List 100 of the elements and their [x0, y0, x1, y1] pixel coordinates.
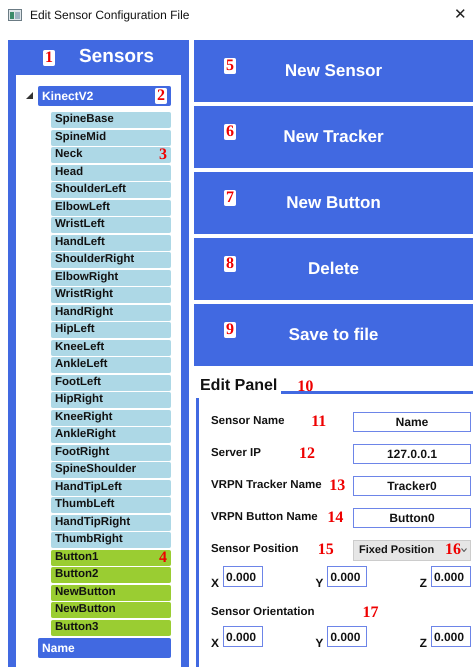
item-label: AnkleLeft	[55, 357, 108, 372]
joint-tree-item[interactable]: ElbowRight	[51, 270, 171, 286]
joint-tree-item[interactable]: SpineMid	[51, 130, 171, 146]
joint-tree-item[interactable]: HandRight	[51, 304, 171, 320]
item-label: ShoulderLeft	[55, 182, 126, 198]
joint-tree-item[interactable]: HandTipRight	[51, 514, 171, 530]
panel-title: Sensors	[79, 45, 154, 70]
joint-tree-item[interactable]: WristLeft	[51, 217, 171, 233]
dropdown[interactable]: Fixed Position 16	[353, 540, 471, 560]
joint-tree-item[interactable]: SpineShoulder	[51, 462, 171, 478]
annotation-number: 2	[155, 88, 167, 104]
coordinate-field[interactable]: 0.000	[431, 626, 471, 647]
button-tree-item[interactable]: NewButton	[51, 602, 171, 618]
coordinate-field[interactable]: 0.000	[327, 626, 368, 647]
joint-tree-item[interactable]: FootLeft	[51, 374, 171, 390]
group-title: Edit Panel	[199, 376, 278, 396]
axis-label: Y	[315, 575, 324, 592]
axis-label: X	[211, 635, 220, 652]
action-button[interactable]: 7 New Button	[194, 172, 473, 234]
annotation-number: 6	[224, 124, 236, 140]
item-label: HandLeft	[55, 234, 105, 250]
item-label: FootLeft	[55, 374, 101, 390]
text-field[interactable]: Name	[353, 412, 471, 432]
item-label: NewButton	[55, 602, 116, 618]
action-button[interactable]: 5 New Sensor	[194, 40, 473, 102]
item-label: Head	[55, 164, 84, 180]
annotation-number: 3	[159, 147, 167, 163]
field-label: Sensor Name	[211, 414, 285, 430]
item-label: SpineBase	[55, 112, 114, 128]
joint-tree-item[interactable]: KneeLeft	[51, 340, 171, 356]
action-button[interactable]: 6 New Tracker	[194, 106, 473, 168]
joint-tree-item[interactable]: ShoulderLeft	[51, 182, 171, 198]
joint-tree-item[interactable]: AnkleRight	[51, 427, 171, 443]
axis-label: Z	[420, 635, 427, 652]
joint-tree-item[interactable]: Head	[51, 164, 171, 180]
coordinate-field[interactable]: 0.000	[223, 626, 264, 647]
joint-tree-item[interactable]: SpineBase	[51, 112, 171, 128]
section-label: Sensor Position	[211, 542, 299, 558]
annotation-number: 8	[224, 256, 236, 272]
annotation-number: 10	[297, 379, 314, 395]
joint-tree-item[interactable]: WristRight	[51, 287, 171, 303]
annotation-number: 17	[362, 605, 379, 621]
annotation-number: 1	[43, 50, 55, 66]
item-label: HandTipLeft	[55, 480, 122, 495]
field-label: Server IP	[211, 446, 261, 462]
item-label: Neck	[55, 147, 82, 162]
item-label: ElbowLeft	[55, 200, 110, 215]
axis-label: X	[211, 575, 220, 592]
joint-tree-item[interactable]: ElbowLeft	[51, 200, 171, 216]
action-button[interactable]: 9 Save to file	[194, 304, 473, 366]
item-label: HipRight	[55, 392, 103, 408]
joint-tree-item[interactable]: Neck 3	[51, 147, 171, 163]
text-field[interactable]: 127.0.0.1	[353, 444, 471, 464]
item-label: ElbowRight	[55, 270, 118, 285]
joint-tree-item[interactable]: ShoulderRight	[51, 252, 171, 268]
item-label: HipLeft	[55, 322, 95, 338]
coordinate-field[interactable]: 0.000	[431, 566, 471, 587]
item-label: ShoulderRight	[55, 252, 134, 268]
item-label: SpineShoulder	[55, 462, 136, 478]
annotation-number: 5	[224, 58, 236, 74]
joint-tree-item[interactable]: AnkleLeft	[51, 357, 171, 373]
button-tree-item[interactable]: Button1 4	[51, 550, 171, 566]
annotation-number: 12	[298, 446, 315, 462]
tree-node[interactable]: Name	[38, 638, 171, 658]
joint-tree-item[interactable]: HandTipLeft	[51, 480, 171, 496]
axis-label: Z	[420, 575, 427, 592]
button-tree-item[interactable]: Button2	[51, 567, 171, 583]
item-label: WristLeft	[55, 217, 105, 232]
joint-tree-item[interactable]: HipRight	[51, 392, 171, 408]
joint-tree-item[interactable]: FootRight	[51, 444, 171, 460]
action-button[interactable]: 8 Delete	[194, 238, 473, 300]
field-label: VRPN Button Name	[211, 510, 318, 526]
button-tree-item[interactable]: Button3	[51, 620, 171, 636]
expanded-triangle-icon[interactable]	[26, 92, 33, 100]
item-label: KneeLeft	[55, 340, 104, 355]
button-tree-item[interactable]: NewButton	[51, 584, 171, 600]
text-field[interactable]: Tracker0	[353, 476, 471, 496]
tree-node[interactable]: KinectV2 2	[38, 86, 171, 106]
coordinate-field[interactable]: 0.000	[223, 566, 264, 587]
item-label: HandTipRight	[55, 514, 130, 530]
annotation-number: 9	[224, 322, 236, 338]
section-label: Sensor Orientation	[211, 605, 315, 620]
annotation-number: 11	[311, 414, 326, 430]
item-label: Button1	[55, 550, 98, 565]
coordinate-field[interactable]: 0.000	[327, 566, 368, 587]
caret-icon	[461, 548, 467, 552]
joint-tree-item[interactable]: HipLeft	[51, 322, 171, 338]
item-label: HandRight	[55, 304, 114, 320]
annotation-number: 7	[224, 190, 236, 206]
close-button[interactable]: ✕	[454, 4, 467, 26]
item-label: Button3	[55, 620, 98, 635]
node-label: Name	[42, 640, 75, 656]
text-field[interactable]: Button0	[353, 508, 471, 528]
joint-tree-item[interactable]: KneeRight	[51, 410, 171, 426]
joint-tree-item[interactable]: ThumbRight	[51, 532, 171, 548]
joint-tree-item[interactable]: HandLeft	[51, 234, 171, 250]
item-label: NewButton	[55, 584, 116, 600]
item-label: SpineMid	[55, 130, 106, 145]
node-label: KinectV2	[42, 88, 94, 105]
joint-tree-item[interactable]: ThumbLeft	[51, 497, 171, 513]
